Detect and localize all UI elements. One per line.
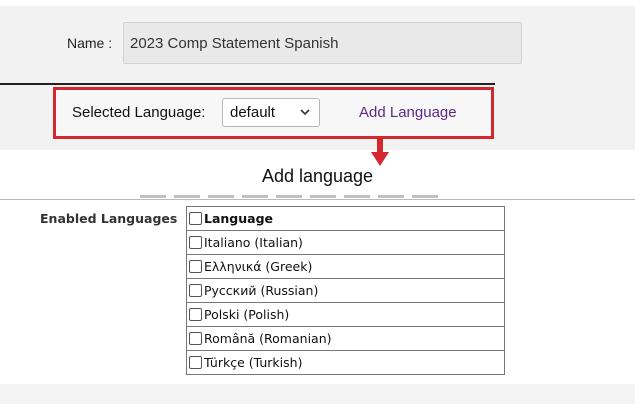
bottom-overlay bbox=[0, 384, 635, 404]
header-cell: Language bbox=[186, 206, 505, 231]
annotation-arrow-icon bbox=[371, 152, 389, 166]
table-header-row: Language bbox=[186, 206, 505, 231]
language-name: Română (Romanian) bbox=[204, 331, 332, 346]
language-select-value: default bbox=[230, 104, 276, 121]
table-row: Ελληνικά (Greek) bbox=[186, 254, 505, 279]
header-label: Language bbox=[204, 211, 274, 226]
name-label: Name : bbox=[67, 35, 113, 51]
enabled-languages-label: Enabled Languages bbox=[40, 211, 178, 226]
dialog-divider bbox=[0, 199, 635, 200]
table-row: Italiano (Italian) bbox=[186, 230, 505, 255]
annotation-arrow-shaft bbox=[377, 139, 383, 153]
language-checkbox[interactable] bbox=[189, 356, 202, 369]
selected-language-label: Selected Language: bbox=[72, 104, 206, 121]
table-row: Türkçe (Turkish) bbox=[186, 350, 505, 375]
dialog-title: Add language bbox=[261, 166, 374, 186]
section-divider bbox=[0, 83, 495, 85]
language-name: Italiano (Italian) bbox=[204, 235, 303, 250]
panel-top-edge bbox=[0, 0, 635, 6]
table-row: Русский (Russian) bbox=[186, 278, 505, 303]
obscured-text-remnant bbox=[140, 195, 440, 198]
language-checkbox[interactable] bbox=[189, 284, 202, 297]
select-all-checkbox[interactable] bbox=[189, 212, 202, 225]
name-input[interactable] bbox=[123, 22, 522, 64]
language-checkbox[interactable] bbox=[189, 236, 202, 249]
language-name: Русский (Russian) bbox=[204, 283, 319, 298]
add-language-link[interactable]: Add Language bbox=[359, 104, 457, 121]
language-cell: Русский (Russian) bbox=[186, 278, 505, 303]
table-row: Română (Romanian) bbox=[186, 326, 505, 351]
languages-table: Language Italiano (Italian) Ελληνικά (Gr… bbox=[186, 206, 505, 375]
language-name: Ελληνικά (Greek) bbox=[204, 259, 313, 274]
language-cell: Polski (Polish) bbox=[186, 302, 505, 327]
language-checkbox[interactable] bbox=[189, 332, 202, 345]
language-cell: Ελληνικά (Greek) bbox=[186, 254, 505, 279]
language-name: Polski (Polish) bbox=[204, 307, 290, 322]
language-cell: Italiano (Italian) bbox=[186, 230, 505, 255]
table-row: Polski (Polish) bbox=[186, 302, 505, 327]
language-select[interactable]: default bbox=[222, 98, 320, 127]
language-cell: Türkçe (Turkish) bbox=[186, 350, 505, 375]
language-cell: Română (Romanian) bbox=[186, 326, 505, 351]
language-name: Türkçe (Turkish) bbox=[204, 355, 303, 370]
language-checkbox[interactable] bbox=[189, 308, 202, 321]
chevron-down-icon bbox=[300, 99, 310, 137]
language-checkbox[interactable] bbox=[189, 260, 202, 273]
